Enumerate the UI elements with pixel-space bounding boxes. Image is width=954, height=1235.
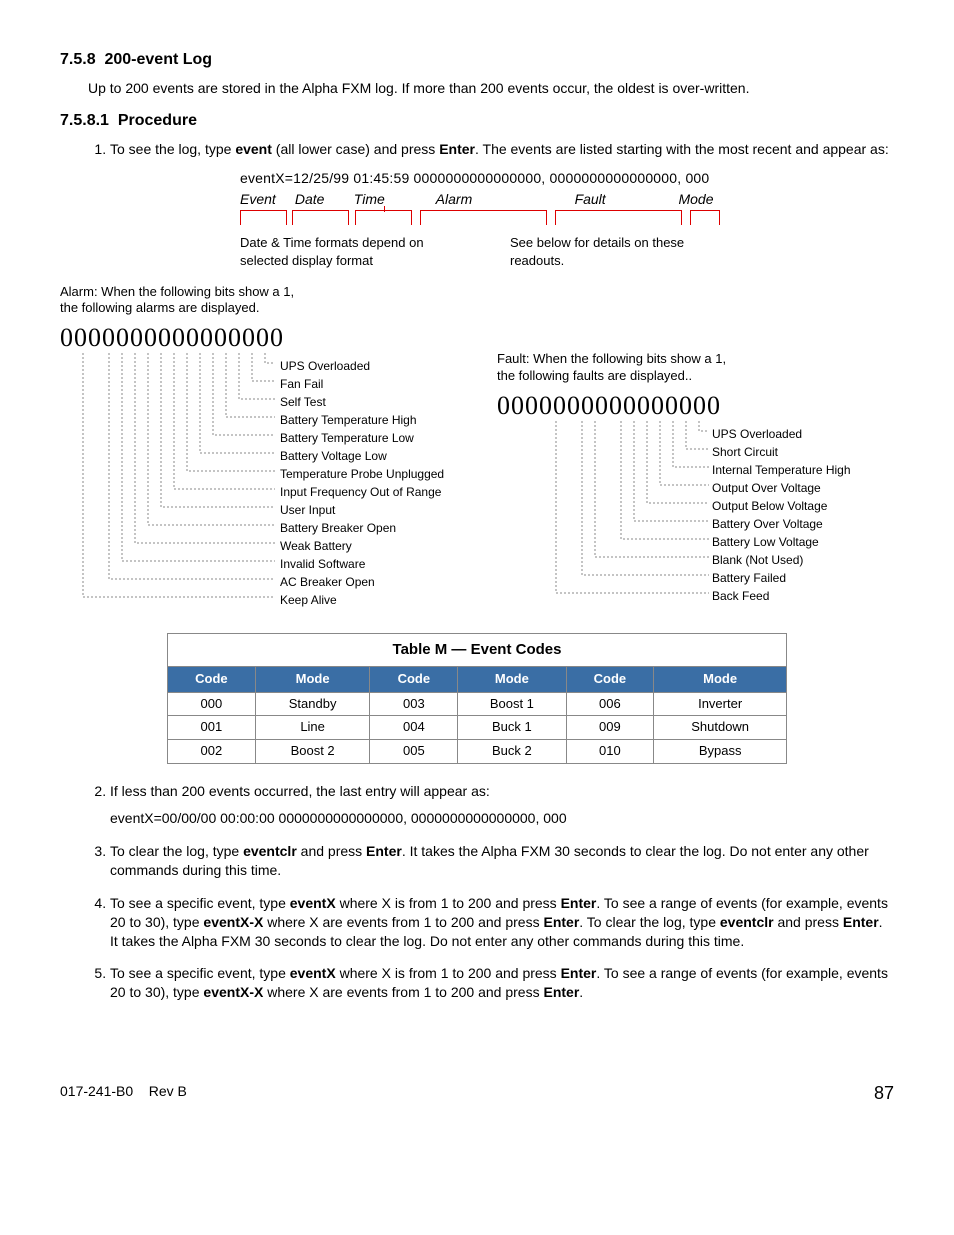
page-footer: 017-241-B0 Rev B 87 [60, 1082, 894, 1105]
step-3: To clear the log, type eventclr and pres… [110, 842, 894, 880]
intro-text: Up to 200 events are stored in the Alpha… [88, 79, 894, 97]
alarm-intro: Alarm: When the following bits show a 1,… [60, 284, 894, 318]
step-1: To see the log, type event (all lower ca… [110, 140, 894, 270]
alarm-bits-diagram: 0000000000000000 UPS Overloaded Fan Fail… [60, 321, 457, 613]
procedure-list: To see the log, type event (all lower ca… [88, 140, 894, 270]
step-4: To see a specific event, type eventX whe… [110, 894, 894, 951]
step-2: If less than 200 events occurred, the la… [110, 782, 894, 828]
heading-7581: 7.5.8.1 Procedure [60, 111, 894, 132]
table-row: 001Line 004Buck 1 009Shutdown [168, 716, 787, 740]
heading-758: 7.5.8 200-event Log [60, 50, 894, 71]
table-row: 000Standby 003Boost 1 006Inverter [168, 692, 787, 716]
fault-bits-diagram: Fault: When the following bits show a 1,… [497, 341, 894, 611]
step-5: To see a specific event, type eventX whe… [110, 964, 894, 1002]
event-format-example: eventX=12/25/99 01:45:59 000000000000000… [240, 169, 894, 270]
table-row: 002Boost 2 005Buck 2 010Bypass [168, 740, 787, 764]
procedure-list-cont: If less than 200 events occurred, the la… [88, 782, 894, 1002]
event-codes-table: Table M — Event Codes CodeMode CodeMode … [167, 633, 787, 764]
